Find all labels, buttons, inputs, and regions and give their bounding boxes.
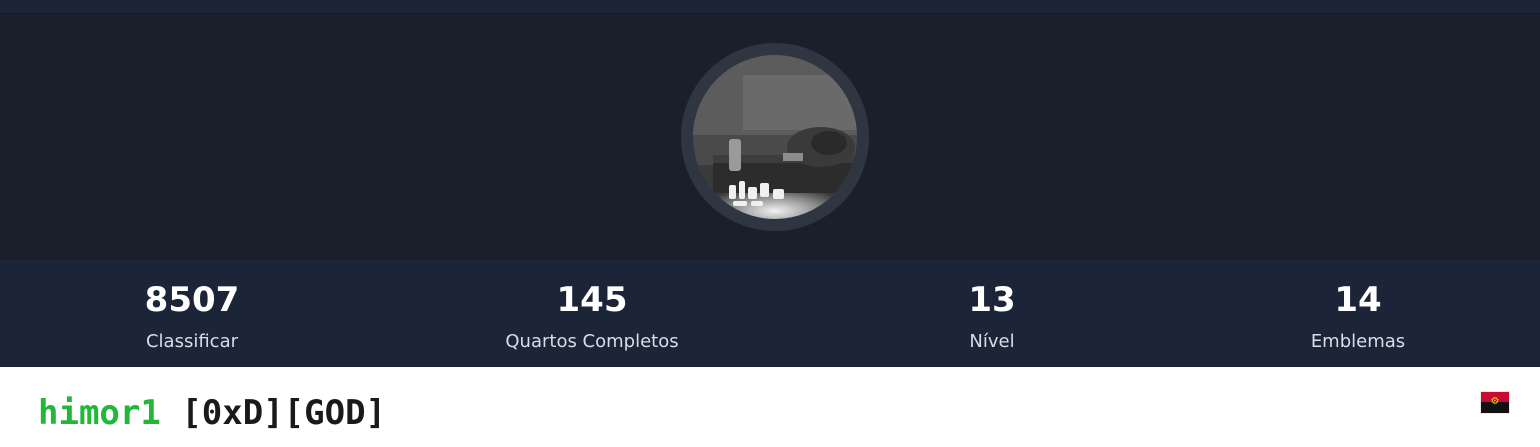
stats-bar: 8507 Classificar 145 Quartos Completos 1… xyxy=(0,260,1540,367)
top-nav-bar xyxy=(0,0,1540,14)
avatar-frame xyxy=(681,43,869,231)
avatar-image xyxy=(693,55,857,219)
stat-badges-label: Emblemas xyxy=(1310,331,1406,352)
user-ranks: [0xD][GOD] xyxy=(181,393,387,433)
stat-rank-value: 8507 xyxy=(144,280,240,320)
username: himor1 xyxy=(38,393,161,433)
profile-page: 8507 Classificar 145 Quartos Completos 1… xyxy=(0,0,1540,447)
angola-flag-icon: ⚙ xyxy=(1481,392,1509,413)
user-title: himor1 [0xD][GOD] xyxy=(38,390,386,436)
stat-rooms-completed: 145 Quartos Completos xyxy=(442,260,742,367)
stat-level-label: Nível xyxy=(969,331,1015,352)
avatar[interactable] xyxy=(693,55,857,219)
stat-badges-value: 14 xyxy=(1334,280,1382,320)
stat-level-value: 13 xyxy=(968,280,1016,320)
stat-rooms-completed-value: 145 xyxy=(556,280,628,320)
stat-rooms-completed-label: Quartos Completos xyxy=(505,331,679,352)
stat-rank: 8507 Classificar xyxy=(42,260,342,367)
stat-rank-label: Classificar xyxy=(145,331,239,352)
stat-level: 13 Nível xyxy=(842,260,1142,367)
stat-badges: 14 Emblemas xyxy=(1208,260,1508,367)
